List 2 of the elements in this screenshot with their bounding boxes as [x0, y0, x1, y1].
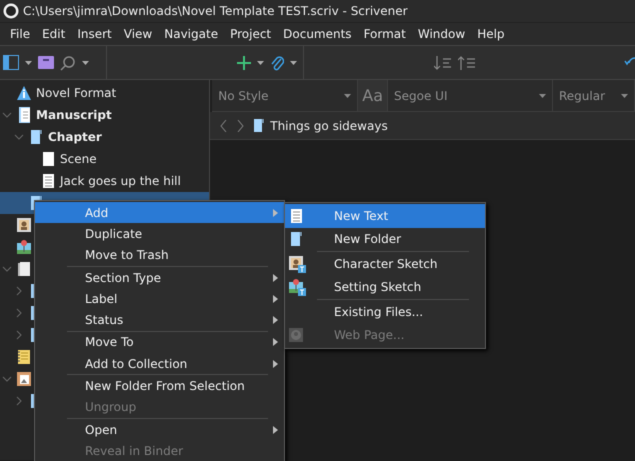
- window-title: C:\Users\jimra\Downloads\Novel Template TEST.scriv - Scrivener: [23, 3, 408, 20]
- document-title: Things go sideways: [270, 118, 388, 134]
